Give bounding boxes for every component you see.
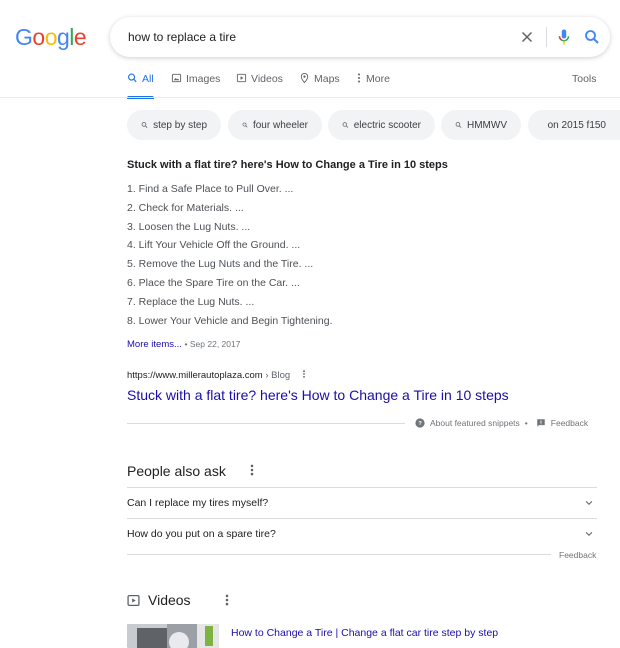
tab-label: Images xyxy=(186,73,221,85)
list-item: 6. Place the Spare Tire on the Car. ... xyxy=(127,276,300,289)
list-item: 4. Lift Your Vehicle Off the Ground. ... xyxy=(127,239,301,252)
tools-button[interactable]: Tools xyxy=(572,72,597,86)
paa-question[interactable]: How do you put on a spare tire? xyxy=(127,519,597,550)
result-url[interactable]: https://www.millerautoplaza.com › Blog xyxy=(127,369,307,382)
tab-all[interactable]: All xyxy=(127,72,154,99)
tab-more[interactable]: More xyxy=(356,72,390,98)
svg-text:?: ? xyxy=(418,421,422,427)
more-items-line: More items... • Sep 22, 2017 xyxy=(127,338,240,351)
featured-snippet-steps: 1. Find a Safe Place to Pull Over. ... 2… xyxy=(127,180,333,330)
logo-letter: o xyxy=(32,24,45,50)
search-input[interactable] xyxy=(128,17,488,57)
logo-letter: g xyxy=(56,24,70,50)
video-title-link[interactable]: How to Change a Tire | Change a flat car… xyxy=(231,626,498,640)
list-item: 5. Remove the Lug Nuts and the Tire. ... xyxy=(127,258,314,271)
tab-label: Maps xyxy=(314,73,340,85)
paa-question-text: How do you put on a spare tire? xyxy=(127,528,276,540)
list-item: 8. Lower Your Vehicle and Begin Tighteni… xyxy=(127,314,333,327)
snippet-divider xyxy=(127,423,405,424)
more-vert-icon[interactable] xyxy=(249,463,255,477)
snippet-footer: ? About featured snippets • Feedback xyxy=(415,417,588,429)
about-featured-snippets-link[interactable]: About featured snippets xyxy=(430,417,520,429)
paa-feedback-link[interactable]: Feedback xyxy=(559,549,596,561)
tab-images[interactable]: Images xyxy=(171,72,220,98)
google-logo[interactable]: Google xyxy=(15,22,87,52)
tab-maps[interactable]: Maps xyxy=(299,72,340,98)
featured-snippet-heading: Stuck with a flat tire? here's How to Ch… xyxy=(127,159,448,171)
search-divider xyxy=(546,27,547,47)
videos-title: Videos xyxy=(148,592,191,608)
chip-label: on 2015 f150 xyxy=(547,119,606,131)
list-item: 7. Replace the Lug Nuts. ... xyxy=(127,295,255,308)
microphone-icon[interactable] xyxy=(555,27,573,47)
search-box xyxy=(110,17,610,57)
chip-label: electric scooter xyxy=(353,119,421,131)
logo-letter: e xyxy=(73,24,87,50)
search-icon xyxy=(242,122,248,128)
search-icon xyxy=(141,122,148,128)
result-domain: https://www.millerautoplaza.com xyxy=(127,370,263,381)
feedback-icon xyxy=(537,419,545,427)
result-title-link[interactable]: Stuck with a flat tire? here's How to Ch… xyxy=(127,386,509,404)
help-icon: ? xyxy=(415,418,425,428)
video-thumbnail-image xyxy=(127,624,219,648)
separator-dot: • xyxy=(524,418,528,428)
chevron-down-icon xyxy=(585,531,593,537)
tab-label: Videos xyxy=(251,73,283,85)
chip-label: HMMWV xyxy=(467,119,507,131)
header-divider xyxy=(0,97,620,98)
video-icon xyxy=(127,594,140,606)
tab-label: More xyxy=(366,73,390,85)
feedback-link[interactable]: Feedback xyxy=(551,417,588,429)
more-vert-icon[interactable] xyxy=(301,369,307,379)
video-thumbnail[interactable] xyxy=(127,624,219,648)
people-also-ask-heading: People also ask xyxy=(127,463,226,479)
search-icon xyxy=(128,73,137,83)
list-item: 1. Find a Safe Place to Pull Over. ... xyxy=(127,183,294,195)
logo-letter: G xyxy=(15,24,33,50)
result-breadcrumb: › Blog xyxy=(265,370,291,381)
chip-hmmwv[interactable]: HMMWV xyxy=(441,110,521,140)
tab-label: All xyxy=(142,73,154,85)
tab-videos[interactable]: Videos xyxy=(236,72,283,98)
more-vert-icon[interactable] xyxy=(224,593,230,607)
video-icon xyxy=(236,73,247,83)
list-item: 3. Loosen the Lug Nuts. ... xyxy=(127,220,251,233)
more-vert-icon xyxy=(358,73,360,83)
chip-four-wheeler[interactable]: four wheeler xyxy=(228,110,322,140)
paa-divider xyxy=(127,554,551,555)
search-icon xyxy=(342,122,349,128)
map-pin-icon xyxy=(300,72,309,84)
chip-label: step by step xyxy=(153,119,207,131)
chip-on-2015-f150[interactable]: on 2015 f150 xyxy=(528,110,620,140)
paa-question[interactable]: Can I replace my tires myself? xyxy=(127,488,597,519)
search-icon[interactable] xyxy=(583,28,601,46)
image-icon xyxy=(171,73,182,83)
paa-question-text: Can I replace my tires myself? xyxy=(127,497,269,509)
clear-icon[interactable] xyxy=(518,28,536,46)
chevron-down-icon xyxy=(585,500,593,506)
more-items-link[interactable]: More items... xyxy=(127,339,182,350)
search-icon xyxy=(455,122,462,128)
chip-label: four wheeler xyxy=(252,119,308,131)
chip-electric-scooter[interactable]: electric scooter xyxy=(328,110,435,140)
logo-letter: o xyxy=(44,24,58,50)
videos-heading: Videos xyxy=(127,590,191,610)
chip-step-by-step[interactable]: step by step xyxy=(127,110,221,140)
snippet-date: • Sep 22, 2017 xyxy=(184,339,241,349)
search-icon xyxy=(542,124,543,126)
list-item: 2. Check for Materials. ... xyxy=(127,201,244,214)
